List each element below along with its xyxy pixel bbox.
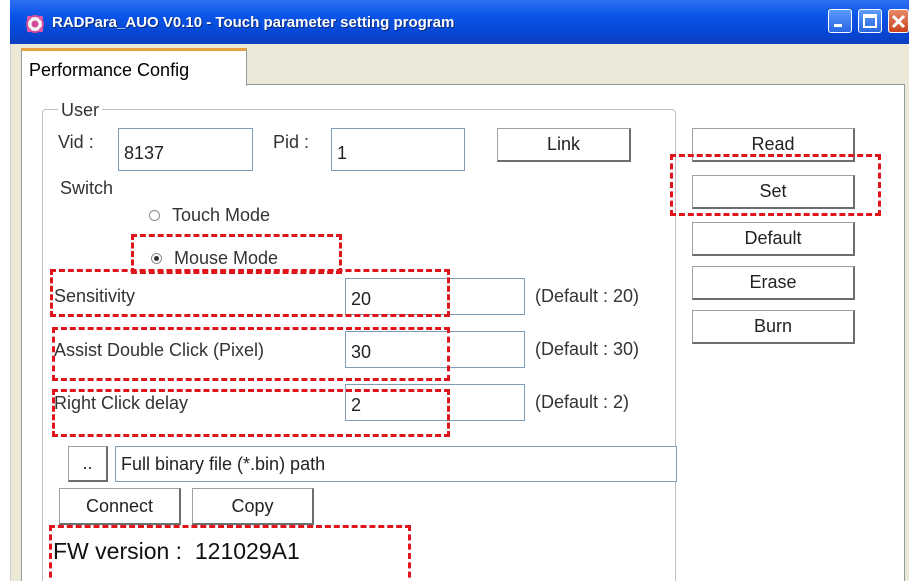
app-window: RADPara_AUO V0.10 - Touch parameter sett… — [0, 0, 909, 581]
tab-performance-config[interactable]: Performance Config — [21, 48, 247, 86]
touch-mode-label: Touch Mode — [172, 205, 271, 225]
minimize-button[interactable] — [828, 9, 852, 33]
touch-mode-radio[interactable] — [149, 210, 160, 221]
pid-field[interactable]: 1 — [331, 128, 465, 171]
close-icon — [891, 14, 906, 29]
link-button[interactable]: Link — [497, 128, 631, 162]
user-group-label: User — [58, 100, 103, 121]
right-click-delay-field[interactable]: 2 — [345, 384, 525, 421]
burn-button[interactable]: Burn — [692, 310, 855, 344]
fw-version: FW version : 121029A1 — [53, 538, 300, 565]
maximize-icon — [863, 14, 877, 28]
maximize-button[interactable] — [858, 9, 882, 33]
title-bar[interactable]: RADPara_AUO V0.10 - Touch parameter sett… — [10, 0, 909, 44]
right-click-delay-default-label: (Default : 2) — [535, 392, 630, 412]
fw-version-label: FW version : — [53, 538, 183, 564]
set-button[interactable]: Set — [692, 175, 855, 209]
browse-button[interactable]: .. — [68, 446, 108, 482]
copy-button[interactable]: Copy — [192, 488, 314, 525]
right-click-delay-label: Right Click delay — [54, 393, 189, 413]
assist-double-click-field[interactable]: 30 — [345, 331, 525, 368]
mouse-mode-radio[interactable] — [151, 253, 162, 264]
vid-label: Vid : — [58, 132, 94, 152]
mouse-mode-label: Mouse Mode — [174, 248, 279, 268]
connect-button[interactable]: Connect — [59, 488, 181, 525]
file-path-field[interactable]: Full binary file (*.bin) path — [115, 446, 677, 482]
background-strip — [0, 0, 11, 581]
sensitivity-field[interactable]: 20 — [345, 278, 525, 315]
sensitivity-label: Sensitivity — [54, 286, 136, 306]
tab-label: Performance Config — [29, 60, 190, 80]
default-button[interactable]: Default — [692, 222, 855, 256]
sensitivity-default-label: (Default : 20) — [535, 286, 640, 306]
gear-flower-icon — [26, 15, 44, 33]
close-button[interactable] — [888, 9, 909, 33]
window-title: RADPara_AUO V0.10 - Touch parameter sett… — [52, 14, 455, 31]
read-button[interactable]: Read — [692, 128, 855, 162]
erase-button[interactable]: Erase — [692, 266, 855, 300]
minimize-icon — [834, 24, 842, 27]
assist-double-click-label: Assist Double Click (Pixel) — [54, 340, 265, 360]
vid-field[interactable]: 8137 — [118, 128, 253, 171]
switch-label: Switch — [60, 178, 114, 198]
pid-label: Pid : — [273, 132, 310, 152]
assist-double-click-default-label: (Default : 30) — [535, 339, 640, 359]
fw-version-value: 121029A1 — [194, 538, 300, 564]
